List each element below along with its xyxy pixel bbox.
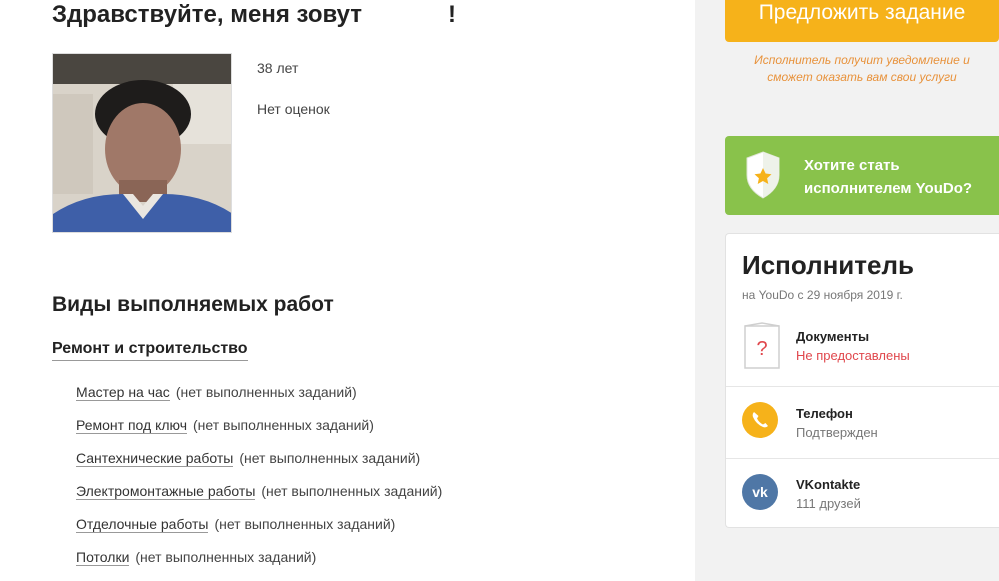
phone-row: Телефон Подтвержден (726, 402, 999, 442)
shield-star-icon (745, 151, 781, 204)
offer-task-button[interactable]: Предложить задание (725, 0, 999, 42)
document-question-icon: ? (742, 322, 782, 375)
rating-text: Нет оценок (257, 101, 330, 117)
vk-label: VKontakte (796, 477, 861, 492)
work-status: (нет выполненных заданий) (239, 450, 421, 466)
work-link[interactable]: Потолки (76, 549, 130, 566)
phone-icon (742, 402, 778, 443)
become-performer-banner[interactable]: Хотите стать исполнителем YouDo? (725, 136, 999, 215)
works-list: Мастер на час (нет выполненных заданий) Р… (76, 382, 442, 580)
work-link[interactable]: Мастер на час (76, 384, 170, 401)
documents-label: Документы (796, 329, 870, 344)
documents-value: Не предоставлены (796, 348, 910, 363)
list-item: Электромонтажные работы (нет выполненных … (76, 481, 442, 514)
become-performer-text: Хотите стать исполнителем YouDo? (804, 157, 973, 197)
works-section-title: Виды выполняемых работ (52, 293, 334, 316)
work-status: (нет выполненных заданий) (193, 417, 374, 433)
work-link[interactable]: Электромонтажные работы (76, 483, 256, 500)
vk-value: 111 друзей (796, 496, 861, 511)
list-item: Мастер на час (нет выполненных заданий) (76, 382, 442, 415)
work-status: (нет выполненных заданий) (135, 549, 317, 565)
performer-card: Исполнитель на YouDo с 29 ноября 2019 г.… (725, 233, 999, 528)
work-link[interactable]: Отделочные работы (76, 516, 209, 533)
work-status: (нет выполненных заданий) (175, 384, 357, 400)
phone-value: Подтвержден (796, 425, 878, 440)
divider (726, 386, 999, 387)
list-item: Сантехнические работы (нет выполненных за… (76, 448, 442, 481)
vk-icon[interactable]: vk (742, 474, 778, 515)
documents-row: ? Документы Не предоставлены (726, 322, 999, 382)
offer-note: Исполнитель получит уведомление и сможет… (754, 53, 970, 84)
phone-label: Телефон (796, 406, 853, 421)
list-item: Отделочные работы (нет выполненных задани… (76, 514, 442, 547)
work-link[interactable]: Сантехнические работы (76, 450, 234, 467)
svg-text:vk: vk (752, 484, 768, 500)
list-item: Ремонт под ключ (нет выполненных заданий) (76, 415, 442, 448)
card-title: Исполнитель (742, 250, 914, 280)
svg-text:?: ? (756, 338, 767, 360)
page-title: Здравствуйте, меня зовут! (52, 1, 457, 28)
work-link[interactable]: Ремонт под ключ (76, 417, 188, 434)
work-status: (нет выполненных заданий) (214, 516, 396, 532)
avatar (52, 53, 232, 233)
profile-main: Здравствуйте, меня зовут! 38 лет Нет оце… (0, 0, 695, 581)
age-text: 38 лет (257, 60, 299, 76)
vk-row: vk VKontakte 111 друзей (726, 474, 999, 514)
divider (726, 458, 999, 459)
member-since: на YouDo с 29 ноября 2019 г. (742, 288, 903, 302)
category-link[interactable]: Ремонт и строительство (52, 340, 248, 361)
list-item: Потолки (нет выполненных заданий) (76, 547, 442, 580)
work-status: (нет выполненных заданий) (261, 483, 443, 499)
